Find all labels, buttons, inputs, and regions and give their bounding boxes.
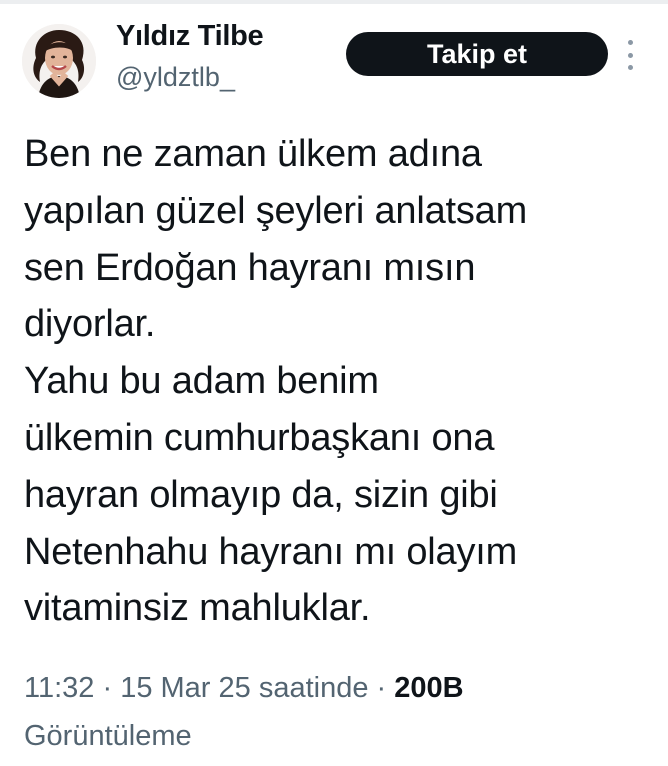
tweet-line: hayran olmayıp da, sizin gibi — [24, 473, 498, 516]
tweet-line: Yahu bu adam benim — [24, 360, 379, 403]
more-dot — [627, 52, 633, 58]
tweet-text: Ben ne zaman ülkem adına yapılan güzel ş… — [24, 126, 654, 637]
tweet-metadata: 11:32 · 15 Mar 25 saatinde · 200B Görünt… — [24, 664, 654, 760]
tweet-line: vitaminsiz mahluklar. — [24, 587, 371, 630]
more-dot — [627, 65, 633, 70]
views-count: 200B — [394, 672, 464, 704]
tweet-line: ülkemin cumhurbaşkanı ona — [24, 416, 495, 459]
top-divider — [0, 0, 668, 4]
author-display-name[interactable]: Yıldız Tilbe — [116, 20, 264, 53]
tweet-time[interactable]: 11:32 — [24, 672, 94, 704]
tweet-line: sen Erdoğan hayranı mısın — [24, 246, 476, 289]
meta-separator: · — [368, 672, 395, 704]
more-options-icon[interactable] — [624, 40, 636, 70]
timestamp-row: 11:32 · 15 Mar 25 saatinde · 200B — [24, 664, 654, 712]
author-handle[interactable]: @yldztlb_ — [116, 62, 235, 93]
tweet-line: Ben ne zaman ülkem adına — [24, 133, 482, 175]
tweet-line: diyorlar. — [24, 303, 156, 346]
avatar[interactable] — [22, 24, 96, 98]
meta-separator: · — [94, 672, 121, 704]
tweet-line: yapılan güzel şeyleri anlatsam — [24, 189, 528, 232]
profile-photo-icon — [22, 24, 96, 98]
tweet-line: Netenhahu hayranı mı olayım — [24, 530, 518, 573]
follow-button[interactable]: Takip et — [346, 32, 608, 76]
more-dot — [627, 40, 633, 45]
views-label: Görüntüleme — [24, 720, 192, 752]
tweet-date[interactable]: 15 Mar 25 saatinde — [120, 672, 368, 704]
